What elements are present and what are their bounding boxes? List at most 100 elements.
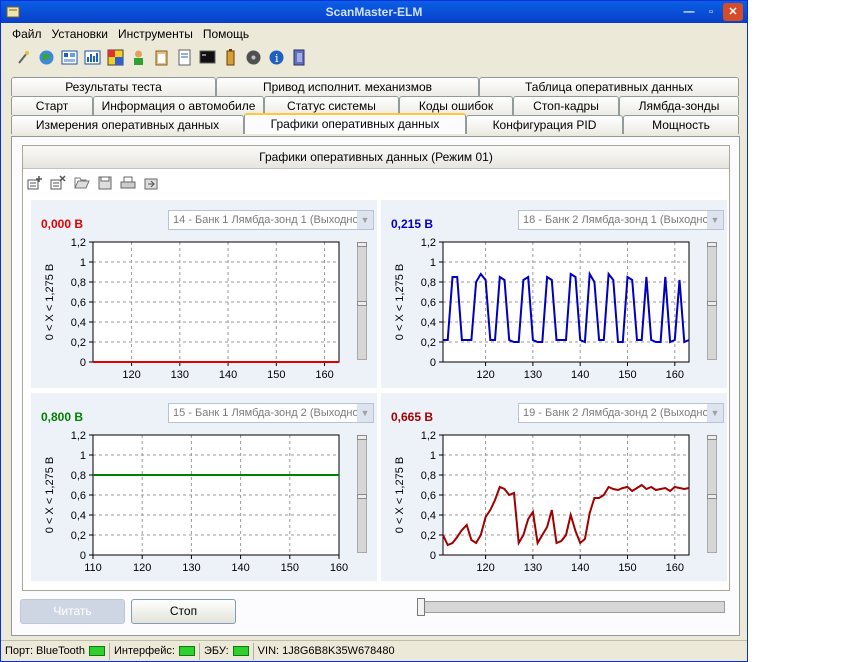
y-tick-label: 0,2 bbox=[71, 337, 86, 349]
y-scale-slider[interactable] bbox=[707, 242, 717, 360]
disc-icon[interactable] bbox=[245, 49, 262, 66]
ecu-led-icon bbox=[232, 646, 249, 656]
document-icon[interactable] bbox=[176, 49, 193, 66]
y-tick-label: 1 bbox=[80, 450, 86, 462]
pid-selector[interactable]: 14 - Банк 1 Лямбда-зонд 1 (Выходное ▼ bbox=[168, 210, 374, 230]
graph-value: 0,665 В bbox=[391, 410, 434, 424]
clipboard-icon[interactable] bbox=[153, 49, 170, 66]
y-axis-label: 0 < X < 1,275 В bbox=[44, 264, 56, 340]
y-scale-slider[interactable] bbox=[357, 435, 367, 553]
x-tick-label: 110 bbox=[84, 562, 102, 574]
car-info-icon[interactable] bbox=[61, 49, 78, 66]
terminal-icon[interactable] bbox=[199, 49, 216, 66]
exit-icon[interactable] bbox=[291, 49, 308, 66]
tab-start[interactable]: Старт bbox=[11, 96, 93, 115]
slider-thumb-mid[interactable] bbox=[357, 301, 367, 306]
restore-button[interactable]: ▫ bbox=[701, 3, 721, 21]
y-scale-slider[interactable] bbox=[707, 435, 717, 553]
slider-thumb-top[interactable] bbox=[707, 242, 717, 247]
y-tick-label: 0,6 bbox=[71, 490, 86, 502]
menu-help[interactable]: Помощь bbox=[198, 25, 254, 43]
interface-status: Интерфейс: bbox=[110, 642, 200, 660]
add-graph-icon[interactable] bbox=[27, 175, 45, 191]
slider-thumb-top[interactable] bbox=[357, 242, 367, 247]
tab-oxygen-sensors[interactable]: Лямбда-зонды bbox=[619, 96, 739, 115]
chart-icon[interactable] bbox=[107, 49, 124, 66]
slider-track[interactable] bbox=[417, 601, 725, 613]
tab-actuators[interactable]: Привод исполнит. механизмов bbox=[216, 77, 479, 96]
status-bar: Порт: BlueTooth Интерфейс: ЭБУ: VIN: 1J8… bbox=[1, 640, 747, 661]
y-tick-label: 0,8 bbox=[71, 470, 86, 482]
tab-live-data-measurements[interactable]: Измерения оперативных данных bbox=[11, 115, 244, 134]
stop-button[interactable]: Стоп bbox=[131, 599, 236, 624]
globe-icon[interactable] bbox=[38, 49, 55, 66]
chart-1: 0 0,2 0,4 0,6 0,8 1 1,2 120 130 140 150 160 0 < X < … bbox=[44, 237, 340, 381]
graphs-container: Графики оперативных данных (Режим 01) 0,… bbox=[22, 145, 730, 591]
y-tick-label: 0,2 bbox=[71, 530, 86, 542]
pid-selector[interactable]: 15 - Банк 1 Лямбда-зонд 2 (Выходное ▼ bbox=[168, 403, 374, 423]
chevron-down-icon[interactable]: ▼ bbox=[707, 404, 723, 422]
battery-icon[interactable] bbox=[222, 48, 239, 66]
connect-icon[interactable] bbox=[15, 49, 32, 66]
person-icon[interactable] bbox=[130, 49, 147, 66]
x-tick-label: 120 bbox=[122, 369, 140, 381]
gauges-icon[interactable] bbox=[84, 49, 101, 66]
tab-pid-config[interactable]: Конфигурация PID bbox=[466, 115, 623, 134]
tab-live-data-table[interactable]: Таблица оперативных данных bbox=[479, 77, 739, 96]
slider-thumb-mid[interactable] bbox=[357, 494, 367, 499]
x-tick-label: 150 bbox=[267, 369, 285, 381]
y-tick-label: 0,6 bbox=[71, 297, 86, 309]
save-icon[interactable] bbox=[96, 175, 114, 191]
y-tick-label: 0,2 bbox=[421, 337, 436, 349]
info-icon[interactable]: i bbox=[268, 49, 285, 66]
x-tick-label: 130 bbox=[171, 369, 189, 381]
minimize-button[interactable]: — bbox=[679, 3, 699, 21]
slider-thumb-mid[interactable] bbox=[707, 494, 717, 499]
y-tick-label: 0,6 bbox=[421, 490, 436, 502]
y-tick-label: 0,4 bbox=[421, 317, 436, 329]
chevron-down-icon[interactable]: ▼ bbox=[357, 211, 373, 229]
port-status: Порт: BlueTooth bbox=[1, 642, 110, 660]
slider-thumb-mid[interactable] bbox=[707, 301, 717, 306]
tab-bar: Результаты теста Привод исполнит. механи… bbox=[11, 77, 739, 134]
slider-thumb-top[interactable] bbox=[707, 435, 717, 440]
pid-selector[interactable]: 19 - Банк 2 Лямбда-зонд 2 (Выходное ▼ bbox=[518, 403, 724, 423]
y-tick-label: 0,6 bbox=[421, 297, 436, 309]
print-icon[interactable] bbox=[119, 175, 137, 191]
tab-freeze-frames[interactable]: Стоп-кадры bbox=[513, 96, 619, 115]
read-button[interactable]: Читать bbox=[20, 599, 125, 624]
x-tick-label: 120 bbox=[476, 562, 494, 574]
graph-panel-2: 0,215 В 18 - Банк 2 Лямбда-зонд 1 (Выход… bbox=[381, 200, 727, 388]
menu-settings[interactable]: Установки bbox=[47, 25, 113, 43]
y-tick-label: 0 bbox=[80, 550, 86, 562]
graphs-header[interactable]: Графики оперативных данных (Режим 01) bbox=[23, 146, 729, 169]
x-tick-label: 130 bbox=[524, 562, 542, 574]
y-axis-label: 0 < X < 1,275 В bbox=[394, 264, 406, 340]
menu-file[interactable]: Файл bbox=[7, 25, 47, 43]
slider-thumb[interactable] bbox=[417, 598, 425, 616]
tab-vehicle-info[interactable]: Информация о автомобиле bbox=[93, 96, 264, 115]
chevron-down-icon[interactable]: ▼ bbox=[707, 211, 723, 229]
close-button[interactable]: ✕ bbox=[723, 3, 743, 21]
remove-graph-icon[interactable] bbox=[50, 175, 68, 191]
time-scroll-slider[interactable] bbox=[415, 597, 727, 617]
svg-text:i: i bbox=[275, 52, 279, 65]
export-icon[interactable] bbox=[142, 175, 160, 191]
menu-bar: Файл Установки Инструменты Помощь bbox=[1, 23, 747, 45]
open-icon[interactable] bbox=[73, 175, 91, 191]
menu-tools[interactable]: Инструменты bbox=[113, 25, 198, 43]
tab-live-data-graphs[interactable]: Графики оперативных данных bbox=[244, 113, 466, 134]
vin-label: VIN: 1J8G6B8K35W678480 bbox=[257, 645, 395, 657]
y-scale-slider[interactable] bbox=[357, 242, 367, 360]
title-bar[interactable]: ScanMaster-ELM — ▫ ✕ bbox=[1, 1, 747, 23]
chevron-down-icon[interactable]: ▼ bbox=[357, 404, 373, 422]
tab-test-results[interactable]: Результаты теста bbox=[11, 77, 216, 96]
port-label: Порт: BlueTooth bbox=[5, 645, 85, 657]
y-tick-label: 1 bbox=[430, 450, 436, 462]
tab-power[interactable]: Мощность bbox=[623, 115, 739, 134]
pid-selector-label: 14 - Банк 1 Лямбда-зонд 1 (Выходное bbox=[173, 214, 365, 226]
y-tick-label: 1,2 bbox=[421, 430, 436, 442]
interface-label: Интерфейс: bbox=[113, 645, 175, 657]
pid-selector[interactable]: 18 - Банк 2 Лямбда-зонд 1 (Выходное ▼ bbox=[518, 210, 724, 230]
slider-thumb-top[interactable] bbox=[357, 435, 367, 440]
